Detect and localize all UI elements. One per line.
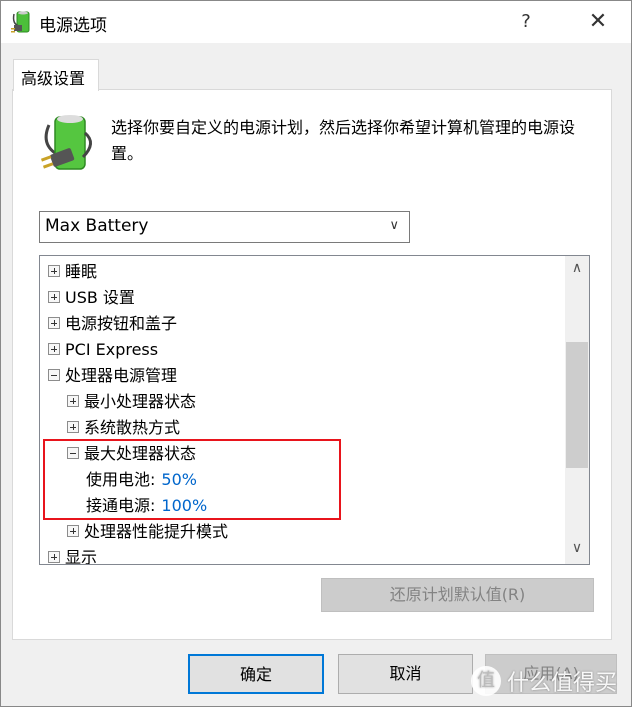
window-title: 电源选项 — [39, 16, 107, 36]
title-bar: 电源选项 ? ✕ — [1, 1, 631, 43]
tree-item[interactable]: USB 设置 — [48, 285, 135, 311]
scroll-down-icon[interactable]: ∨ — [565, 540, 589, 560]
tree-item[interactable]: 显示 — [48, 545, 98, 565]
tree-item[interactable]: 最小处理器状态 — [67, 389, 196, 415]
ok-button[interactable]: 确定 — [188, 654, 324, 694]
scroll-thumb[interactable] — [566, 342, 588, 468]
power-options-icon — [40, 115, 92, 170]
expand-icon[interactable] — [48, 264, 60, 277]
vertical-scrollbar[interactable]: ∧ ∨ — [565, 256, 589, 564]
tree-item-label: 处理器性能提升模式 — [84, 522, 229, 541]
tree-item-label: 处理器电源管理 — [65, 366, 178, 385]
description-text: 选择你要自定义的电源计划，然后选择你希望计算机管理的电源设置。 — [111, 118, 576, 163]
cancel-button[interactable]: 取消 — [338, 654, 473, 694]
tree-item-label: USB 设置 — [65, 288, 135, 307]
tree-item[interactable]: 睡眠 — [48, 259, 97, 285]
watermark-logo: 值 — [471, 666, 501, 696]
tree-item[interactable]: 处理器性能提升模式 — [67, 519, 228, 545]
highlight-box — [43, 439, 341, 520]
expand-icon[interactable] — [67, 524, 79, 537]
tree-item-label: 电源按钮和盖子 — [65, 314, 178, 333]
expand-icon[interactable] — [67, 394, 79, 407]
tree-item[interactable]: 电源按钮和盖子 — [48, 311, 177, 337]
close-button[interactable]: ✕ — [573, 7, 623, 37]
help-button[interactable]: ? — [501, 7, 551, 37]
collapse-icon[interactable] — [48, 368, 60, 381]
expand-icon[interactable] — [67, 420, 79, 433]
battery-plug-icon — [11, 11, 30, 33]
expand-icon[interactable] — [48, 290, 60, 303]
tree-item-label: PCI Express — [65, 340, 159, 359]
power-plan-dropdown[interactable]: Max Battery ∨ — [39, 211, 410, 243]
tree-item-label: 显示 — [65, 548, 98, 565]
power-plan-value: Max Battery — [45, 216, 149, 236]
restore-defaults-button[interactable]: 还原计划默认值(R) — [321, 578, 594, 612]
tree-item[interactable]: 处理器电源管理 — [48, 363, 177, 389]
watermark-text: 什么值得买 — [507, 671, 618, 696]
tab-advanced-settings[interactable]: 高级设置 — [13, 59, 99, 91]
tree-item[interactable]: PCI Express — [48, 337, 158, 363]
expand-icon[interactable] — [48, 550, 60, 563]
tree-item-label: 睡眠 — [65, 262, 98, 281]
tree-item-label: 最小处理器状态 — [84, 392, 197, 411]
scroll-up-icon[interactable]: ∧ — [565, 260, 589, 280]
expand-icon[interactable] — [48, 316, 60, 329]
watermark: 值 什么值得买 — [471, 661, 631, 701]
tree-item-label: 系统散热方式 — [84, 418, 181, 437]
expand-icon[interactable] — [48, 342, 60, 355]
tree-item[interactable]: 系统散热方式 — [67, 415, 180, 441]
chevron-down-icon: ∨ — [389, 218, 399, 233]
